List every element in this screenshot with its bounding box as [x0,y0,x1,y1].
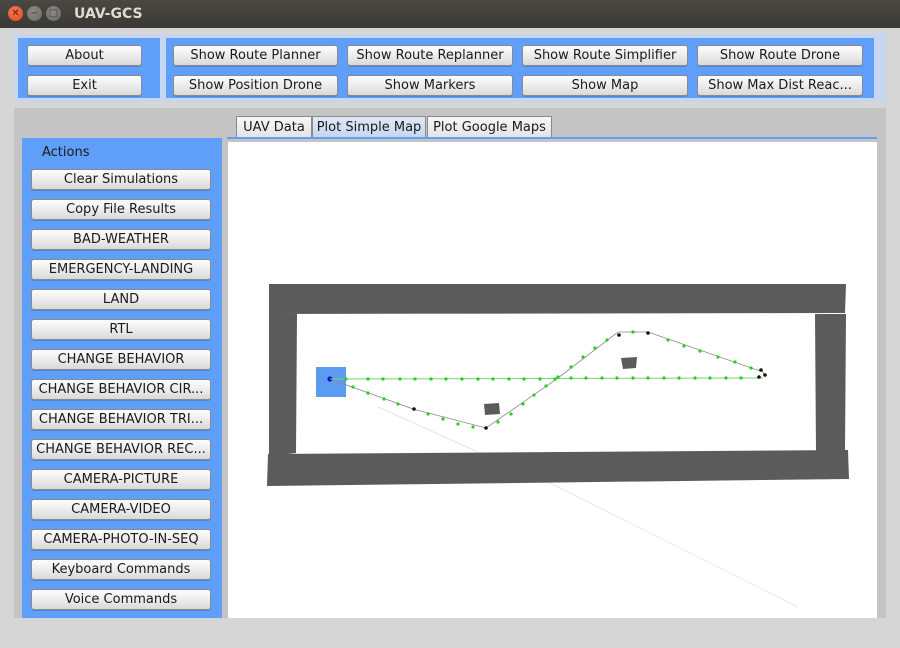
rtl-button[interactable]: RTL [31,319,211,340]
about-button[interactable]: About [27,45,142,66]
close-window-icon[interactable]: ✕ [8,6,23,21]
copy-file-results-button[interactable]: Copy File Results [31,199,211,220]
change-behavior-rectangle-button[interactable]: CHANGE BEHAVIOR REC... [31,439,211,460]
show-route-drone-button[interactable]: Show Route Drone [697,45,863,66]
exit-button[interactable]: Exit [27,75,142,96]
show-route-planner-button[interactable]: Show Route Planner [173,45,338,66]
show-max-dist-reached-button[interactable]: Show Max Dist Reac... [697,75,863,96]
tab-uav-data[interactable]: UAV Data [236,116,312,138]
keyboard-commands-button[interactable]: Keyboard Commands [31,559,211,580]
obstacle [621,357,637,369]
camera-picture-button[interactable]: CAMERA-PICTURE [31,469,211,490]
show-map-button[interactable]: Show Map [522,75,688,96]
maximize-window-icon[interactable]: □ [46,6,61,21]
change-behavior-button[interactable]: CHANGE BEHAVIOR [31,349,211,370]
window-title: UAV-GCS [74,6,143,22]
emergency-landing-button[interactable]: EMERGENCY-LANDING [31,259,211,280]
curved-route-waypoints [351,330,753,429]
show-position-drone-button[interactable]: Show Position Drone [173,75,338,96]
change-behavior-triangle-button[interactable]: CHANGE BEHAVIOR TRI... [31,409,211,430]
tab-plot-simple-map[interactable]: Plot Simple Map [312,116,426,138]
wall-bottom [267,450,849,486]
minimize-window-icon[interactable]: − [27,6,42,21]
simple-map-plot [267,284,849,608]
wall-left [269,314,297,456]
change-behavior-circle-button[interactable]: CHANGE BEHAVIOR CIR... [31,379,211,400]
wall-right [815,314,846,452]
straight-route-line [329,377,764,380]
show-route-simplifier-button[interactable]: Show Route Simplifier [522,45,688,66]
clear-simulations-button[interactable]: Clear Simulations [31,169,211,190]
map-canvas[interactable] [228,142,877,618]
drone-start-marker [316,367,346,397]
camera-video-button[interactable]: CAMERA-VIDEO [31,499,211,520]
black-waypoints [412,331,767,430]
bad-weather-button[interactable]: BAD-WEATHER [31,229,211,250]
tab-plot-google-maps[interactable]: Plot Google Maps [427,116,552,138]
curved-route-line [329,331,766,429]
tab-underline [227,137,877,139]
show-markers-button[interactable]: Show Markers [347,75,513,96]
title-bar: ✕ − □ UAV-GCS [0,0,900,28]
show-route-replanner-button[interactable]: Show Route Replanner [347,45,513,66]
wall-top [269,284,846,314]
land-button[interactable]: LAND [31,289,211,310]
faint-trace-line [507,461,799,608]
obstacle [484,403,500,415]
voice-commands-button[interactable]: Voice Commands [31,589,211,610]
actions-title: Actions [42,145,90,160]
camera-photo-in-seq-button[interactable]: CAMERA-PHOTO-IN-SEQ [31,529,211,550]
